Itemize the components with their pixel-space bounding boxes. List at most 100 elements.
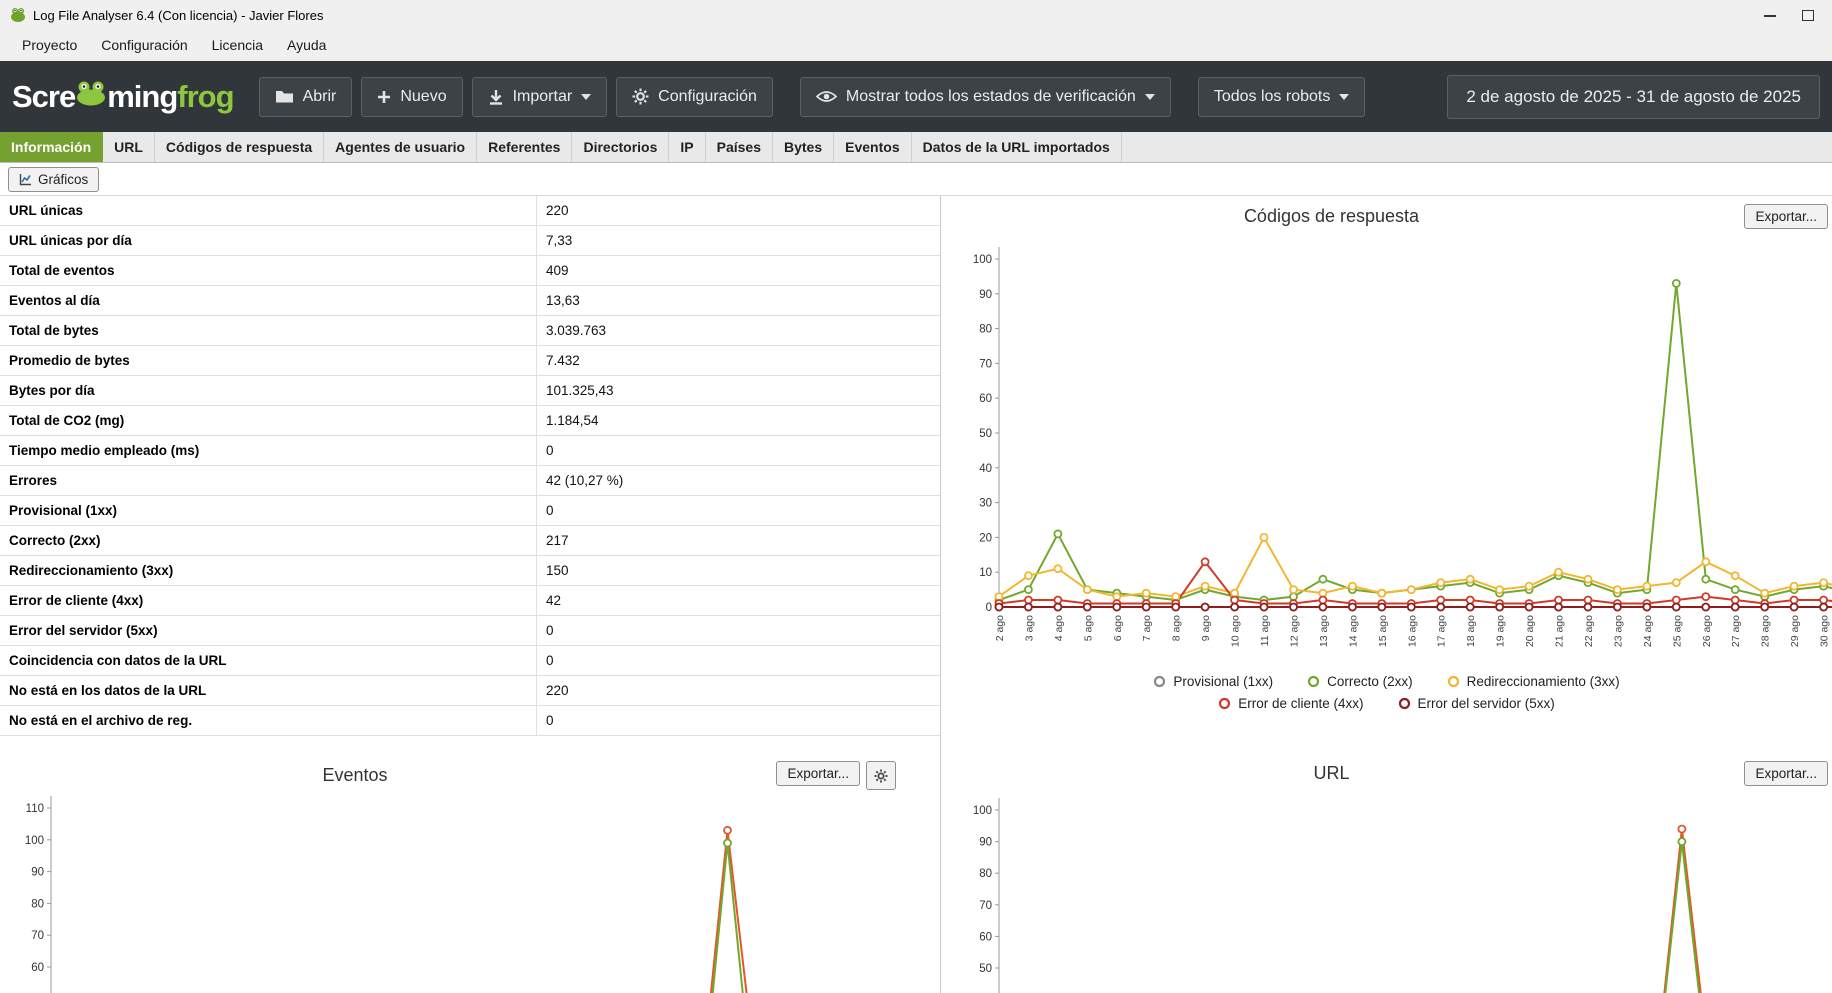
menu-item-proyecto[interactable]: Proyecto bbox=[10, 30, 89, 61]
menu-item-ayuda[interactable]: Ayuda bbox=[275, 30, 338, 61]
import-button[interactable]: Importar bbox=[471, 76, 608, 117]
logo-text-frog: frog bbox=[177, 78, 234, 114]
summary-label: Errores bbox=[0, 466, 537, 495]
svg-text:40: 40 bbox=[979, 463, 992, 475]
summary-value: 0 bbox=[546, 713, 554, 728]
settings-button[interactable]: Configuración bbox=[616, 76, 773, 117]
summary-value: 220 bbox=[546, 203, 569, 218]
svg-text:2 ago: 2 ago bbox=[994, 615, 1006, 641]
legend-marker-icon bbox=[1154, 675, 1166, 688]
svg-text:90: 90 bbox=[31, 867, 44, 879]
tab-agentes-de-usuario[interactable]: Agentes de usuario bbox=[324, 132, 478, 162]
chart-icon bbox=[19, 173, 31, 185]
new-button[interactable]: Nuevo bbox=[361, 76, 463, 117]
export-response-codes-button[interactable]: Exportar... bbox=[1744, 204, 1828, 229]
robots-filter-dropdown[interactable]: Todos los robots bbox=[1197, 76, 1366, 117]
svg-text:12 ago: 12 ago bbox=[1288, 615, 1300, 647]
legend-row: Error de cliente (4xx) Error del servidor… bbox=[941, 696, 1832, 711]
gear-icon bbox=[632, 88, 649, 105]
menu-item-configuracion[interactable]: Configuración bbox=[89, 30, 199, 61]
summary-value: 3.039.763 bbox=[546, 323, 607, 338]
summary-row-tiempo-medio-empleado-ms: Tiempo medio empleado (ms) 0 bbox=[0, 436, 940, 466]
svg-text:80: 80 bbox=[31, 898, 44, 910]
eventos-panel: 5060708090100110 Eventos Exportar... bbox=[0, 753, 941, 993]
summary-label: Redireccionamiento (3xx) bbox=[0, 556, 537, 585]
svg-text:6 ago: 6 ago bbox=[1112, 615, 1124, 641]
svg-text:23 ago: 23 ago bbox=[1612, 615, 1624, 647]
sub-toolbar: Gráficos bbox=[0, 163, 1832, 196]
legend-marker-icon bbox=[1447, 675, 1459, 688]
svg-text:100: 100 bbox=[973, 805, 992, 817]
summary-row-total-de-co2-mg: Total de CO2 (mg) 1.184,54 bbox=[0, 406, 940, 436]
legend-label: Error del servidor (5xx) bbox=[1417, 696, 1555, 711]
export-eventos-button[interactable]: Exportar... bbox=[776, 761, 860, 786]
summary-row-url-unicas: URL únicas 220 bbox=[0, 196, 940, 226]
summary-row-promedio-de-bytes: Promedio de bytes 7.432 bbox=[0, 346, 940, 376]
legend-label: Error de cliente (4xx) bbox=[1238, 696, 1364, 711]
svg-text:26 ago: 26 ago bbox=[1701, 615, 1713, 647]
menu-item-licencia[interactable]: Licencia bbox=[200, 30, 275, 61]
svg-text:70: 70 bbox=[979, 900, 992, 912]
import-download-icon bbox=[489, 89, 502, 105]
svg-text:16 ago: 16 ago bbox=[1406, 615, 1418, 647]
summary-label: No está en los datos de la URL bbox=[0, 676, 537, 705]
verification-filter-dropdown[interactable]: Mostrar todos los estados de verificació… bbox=[799, 76, 1171, 117]
tab-codigos-de-respuesta[interactable]: Códigos de respuesta bbox=[155, 132, 325, 162]
svg-text:60: 60 bbox=[979, 393, 992, 405]
svg-text:27 ago: 27 ago bbox=[1730, 615, 1742, 647]
legend-marker-icon bbox=[1307, 675, 1320, 688]
summary-row-provisional-1xx: Provisional (1xx) 0 bbox=[0, 496, 940, 526]
tab-informacion[interactable]: Información bbox=[0, 132, 104, 162]
main-toolbar: Scre ming frog Abrir Nuevo Importar Conf… bbox=[0, 61, 1832, 132]
open-button[interactable]: Abrir bbox=[258, 76, 353, 117]
app-window: Log File Analyser 6.4 (Con licencia) - J… bbox=[0, 0, 1832, 993]
summary-label: Error del servidor (5xx) bbox=[0, 616, 537, 645]
tab-bytes[interactable]: Bytes bbox=[773, 132, 835, 162]
summary-label: Provisional (1xx) bbox=[0, 496, 537, 525]
gear-icon bbox=[874, 768, 888, 783]
main-content: URL únicas 220 URL únicas por día 7,33 Total… bbox=[0, 196, 1832, 993]
screamingfrog-logo: Scre ming frog bbox=[12, 78, 235, 115]
summary-value: 0 bbox=[546, 503, 554, 518]
tab-datos-de-la-url-importados[interactable]: Datos de la URL importados bbox=[912, 132, 1122, 162]
tab-url[interactable]: URL bbox=[103, 132, 155, 162]
svg-text:20: 20 bbox=[979, 532, 992, 544]
tab-referentes[interactable]: Referentes bbox=[477, 132, 573, 162]
summary-label: Coincidencia con datos de la URL bbox=[0, 646, 537, 675]
summary-label: URL únicas por día bbox=[0, 226, 537, 255]
legend-marker-icon bbox=[1398, 697, 1410, 710]
minimize-button[interactable] bbox=[1764, 14, 1776, 17]
svg-text:8 ago: 8 ago bbox=[1171, 615, 1183, 641]
logo-text-ming: ming bbox=[107, 78, 178, 114]
svg-text:70: 70 bbox=[31, 930, 44, 942]
legend-label: Provisional (1xx) bbox=[1173, 674, 1274, 689]
summary-row-no-esta-en-los-datos-de-la-url: No está en los datos de la URL 220 bbox=[0, 676, 940, 706]
summary-value: 42 (10,27 %) bbox=[546, 473, 624, 488]
summary-row-bytes-por-dia: Bytes por día 101.325,43 bbox=[0, 376, 940, 406]
svg-text:22 ago: 22 ago bbox=[1583, 615, 1595, 647]
tab-directorios[interactable]: Directorios bbox=[572, 132, 670, 162]
eventos-settings-button[interactable] bbox=[866, 761, 896, 790]
svg-text:90: 90 bbox=[979, 837, 992, 849]
svg-text:80: 80 bbox=[979, 324, 992, 336]
summary-value: 150 bbox=[546, 563, 569, 578]
title-bar: Log File Analyser 6.4 (Con licencia) - J… bbox=[0, 0, 1832, 30]
export-url-button[interactable]: Exportar... bbox=[1744, 761, 1828, 786]
svg-text:11 ago: 11 ago bbox=[1259, 615, 1271, 646]
maximize-button[interactable] bbox=[1802, 9, 1814, 21]
summary-row-no-esta-en-el-archivo-de-reg: No está en el archivo de reg. 0 bbox=[0, 706, 940, 736]
menu-bar: Proyecto Configuración Licencia Ayuda bbox=[0, 30, 1832, 61]
tab-ip[interactable]: IP bbox=[669, 132, 706, 162]
chevron-down-icon bbox=[581, 93, 592, 100]
svg-text:5 ago: 5 ago bbox=[1082, 615, 1094, 641]
date-range-picker[interactable]: 2 de agosto de 2025 - 31 de agosto de 20… bbox=[1447, 74, 1820, 119]
summary-row-redireccionamiento-3xx: Redireccionamiento (3xx) 150 bbox=[0, 556, 940, 586]
graficos-button[interactable]: Gráficos bbox=[8, 166, 100, 192]
svg-text:60: 60 bbox=[979, 931, 992, 943]
tab-paises[interactable]: Países bbox=[706, 132, 773, 162]
frog-face-icon bbox=[77, 81, 106, 106]
tab-eventos[interactable]: Eventos bbox=[834, 132, 912, 162]
svg-text:10: 10 bbox=[979, 567, 992, 579]
svg-text:24 ago: 24 ago bbox=[1642, 615, 1654, 647]
summary-value: 0 bbox=[546, 443, 554, 458]
